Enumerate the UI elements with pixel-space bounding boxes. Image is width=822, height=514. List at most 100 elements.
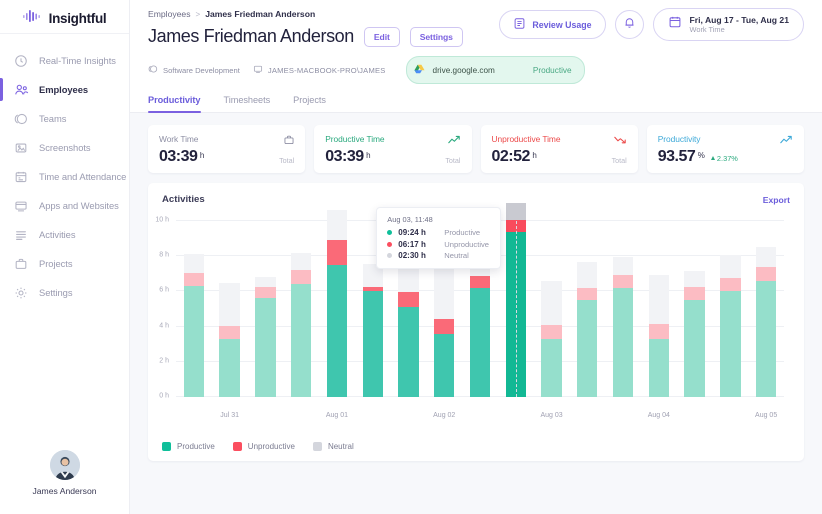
profile-name: James Anderson (32, 486, 97, 496)
sidebar-profile[interactable]: James Anderson (0, 450, 129, 514)
chart-x-label: Aug 05 (755, 412, 778, 419)
stat-label: Work Time (159, 134, 199, 144)
chart-bar-slot[interactable] (641, 221, 677, 397)
site-name: drive.google.com (432, 65, 495, 75)
clock-icon (13, 53, 29, 69)
legend-item-neutral[interactable]: Neutral (312, 442, 354, 451)
chart-bar[interactable] (255, 277, 276, 397)
legend-label: Productive (177, 442, 215, 451)
chart-bar-segment-productive (290, 284, 312, 397)
legend-item-productive[interactable]: Productive (162, 442, 215, 451)
breadcrumb-parent[interactable]: Employees (148, 9, 191, 19)
chart-bar-slot[interactable] (319, 210, 355, 397)
chart-bar[interactable] (398, 268, 419, 397)
notifications-button[interactable] (614, 10, 644, 39)
breadcrumb-separator: > (195, 9, 201, 19)
date-range-primary: Fri, Aug 17 - Tue, Aug 21 (689, 14, 789, 25)
chart-bar-segment-productive (434, 333, 455, 397)
chart-bar-segment-neutral (398, 268, 419, 293)
sidebar-item-time-and-attendance[interactable]: Time and Attendance (0, 162, 129, 191)
stat-total: Total (445, 156, 461, 165)
sidebar-item-employees[interactable]: Employees (0, 75, 129, 104)
chart-bar-slot[interactable] (748, 221, 784, 397)
chart-bar[interactable] (612, 257, 634, 397)
settings-button[interactable]: Settings (409, 26, 463, 47)
legend-item-unproductive[interactable]: Unproductive (232, 442, 295, 451)
chart-bar[interactable] (469, 259, 491, 397)
stat-unit: h (532, 150, 537, 160)
sidebar-item-settings[interactable]: Settings (0, 278, 129, 307)
sidebar-item-teams[interactable]: Teams (0, 104, 129, 133)
activities-chart: 0 h 2 h 4 h 6 h 8 h 10 h Jul 31 Aug 01 Aug 02 Au… (148, 202, 804, 433)
chart-bar[interactable] (434, 267, 455, 397)
brand-logo: Insightful (0, 0, 129, 34)
chart-bar[interactable] (755, 247, 777, 397)
chart-bar-segment-productive (469, 287, 491, 397)
sidebar-item-screenshots[interactable]: Screenshots (0, 133, 129, 162)
sidebar-item-label: Apps and Websites (39, 200, 119, 211)
sidebar-item-activities[interactable]: Activities (0, 220, 129, 249)
trend-down-icon (613, 133, 628, 151)
chart-bar[interactable] (541, 280, 562, 397)
chart-bar-slot[interactable] (176, 221, 212, 397)
chart-bar[interactable] (183, 254, 205, 397)
edit-button[interactable]: Edit (363, 26, 400, 47)
content-area: Work Time 03:39 h Total Productive Time … (130, 113, 822, 514)
chart-bar-slot[interactable] (677, 221, 713, 397)
tab-timesheets[interactable]: Timesheets (224, 95, 271, 112)
date-range-picker[interactable]: Fri, Aug 17 - Tue, Aug 21 Work Time (652, 8, 804, 41)
chart-bar[interactable] (326, 210, 348, 397)
chart-bar-segment-neutral (577, 261, 598, 288)
page-header: Employees > James Friedman Anderson Jame… (130, 0, 822, 84)
insightful-logo-icon (22, 9, 45, 28)
chart-bar-segment-unproductive (290, 270, 312, 285)
chart-x-label-empty (605, 412, 641, 419)
chart-bar-slot[interactable] (248, 221, 284, 397)
chart-bar-segment-productive (398, 307, 419, 397)
sidebar-item-label: Screenshots (39, 142, 91, 153)
tooltip-date: Aug 03, 11:48 (387, 215, 433, 224)
tab-productivity[interactable]: Productivity (148, 95, 201, 113)
chart-bar-segment-productive (648, 338, 670, 397)
chart-bar-slot[interactable] (212, 221, 248, 397)
chart-bar[interactable] (720, 255, 741, 397)
chart-x-label: Aug 02 (433, 412, 456, 419)
chart-bar[interactable] (219, 282, 240, 397)
sidebar-item-label: Teams (39, 113, 67, 124)
chart-y-tick: 4 h (159, 322, 169, 330)
sidebar-item-apps-and-websites[interactable]: Apps and Websites (0, 191, 129, 220)
chart-y-tick: 0 h (159, 392, 169, 400)
chart-bar-slot[interactable] (534, 221, 570, 397)
trend-up-icon (447, 133, 462, 151)
sidebar-item-real-time-insights[interactable]: Real-Time Insights (0, 46, 129, 75)
stat-label: Productivity (657, 134, 701, 144)
tab-projects[interactable]: Projects (293, 95, 326, 112)
site-pill[interactable]: drive.google.com Productive (405, 56, 585, 84)
report-icon (513, 17, 526, 32)
sidebar-item-projects[interactable]: Projects (0, 249, 129, 278)
chart-bar[interactable] (577, 261, 598, 397)
chart-bar-segment-neutral (648, 274, 670, 324)
chart-bar[interactable] (290, 252, 312, 397)
chart-bar-segment-neutral (755, 247, 777, 267)
chart-x-label-empty (712, 412, 748, 419)
chart-bar-segment-neutral (505, 202, 526, 221)
chart-bar-slot[interactable] (569, 221, 605, 397)
date-range-secondary: Work Time (689, 25, 725, 35)
review-usage-button[interactable]: Review Usage (499, 10, 606, 39)
tooltip-name: Productive (444, 228, 481, 237)
chart-bar[interactable] (648, 274, 670, 397)
chart-bar-slot[interactable] (605, 221, 641, 397)
chart-bar[interactable] (362, 264, 383, 397)
device-meta: JAMES-MACBOOK-PRO\JAMES (253, 64, 386, 76)
chart-bar-slot[interactable] (283, 221, 319, 397)
chart-bar-segment-productive (720, 291, 741, 397)
stat-value: 03:39 (159, 148, 198, 165)
chart-x-label: Aug 03 (540, 412, 563, 419)
chart-bar-slot[interactable] (712, 221, 748, 397)
chart-bar[interactable] (684, 271, 705, 397)
chart-bar-segment-productive (684, 300, 705, 397)
export-button[interactable]: Export (763, 195, 790, 205)
chart-bar-segment-neutral (684, 271, 705, 288)
tooltip-name: Neutral (444, 251, 469, 260)
